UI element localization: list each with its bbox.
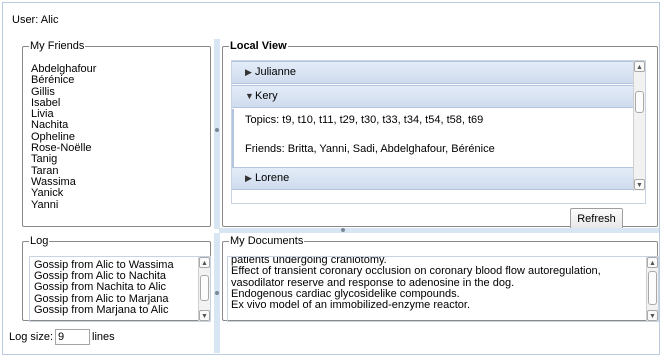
log-line: Gossip from Nachita to Alic [34, 281, 167, 294]
friend-item[interactable]: Tanig [31, 154, 96, 166]
stack-header-julianne[interactable]: ▶ Julianne [232, 61, 645, 84]
local-view-scrollbar[interactable]: ▲ ▼ [633, 61, 645, 191]
documents-textarea[interactable]: patients undergoing craniotomy. Effect o… [227, 256, 659, 322]
scroll-thumb[interactable] [635, 91, 644, 113]
stack-header-label: Julianne [255, 66, 296, 78]
refresh-button[interactable]: Refresh [570, 208, 623, 230]
documents-panel: My Documents patients undergoing craniot… [222, 235, 659, 322]
kery-friends: Friends: Britta, Yanni, Sadi, Abdelghafo… [245, 143, 495, 155]
documents-scrollbar[interactable]: ▲ ▼ [646, 257, 658, 321]
scroll-up-icon[interactable]: ▲ [634, 61, 645, 72]
log-legend: Log [30, 235, 49, 247]
document-lines: patients undergoing craniotomy. Effect o… [231, 257, 643, 312]
documents-legend: My Documents [230, 235, 304, 247]
document-line: Effect of transient coronary occlusion o… [231, 265, 601, 289]
log-line: Gossip from Marjana to Alic [34, 303, 169, 316]
local-view-stack: ▶ Julianne ▼Kery Topics: t9, t10, t11, t2… [231, 60, 646, 204]
stack-header-lorene[interactable]: ▶ Lorene [232, 167, 645, 190]
vertical-splitter-bottom[interactable] [214, 233, 220, 353]
kery-details: Topics: t9, t10, t11, t29, t30, t33, t34… [232, 109, 645, 167]
scroll-up-icon[interactable]: ▲ [199, 257, 210, 268]
document-line: Ex vivo model of an immobilized-enzyme r… [231, 299, 471, 312]
friend-item[interactable]: Yanick [31, 187, 96, 199]
log-panel: Log Gossip from Alic to Wassima Gossip f… [22, 235, 211, 322]
scroll-thumb[interactable] [648, 271, 657, 305]
stack-header-kery[interactable]: ▼Kery [232, 85, 645, 108]
stack-header-label: Kery [255, 90, 278, 102]
log-size-label: Log size: [9, 330, 54, 343]
scroll-up-icon[interactable]: ▲ [647, 257, 658, 268]
app-frame: User: Alic My Friends Abdelghafour Bérén… [2, 2, 660, 355]
log-lines: Gossip from Alic to Wassima Gossip from … [34, 259, 174, 316]
log-size-input[interactable] [55, 329, 91, 345]
splitter-grip-icon [215, 291, 219, 295]
local-view-legend: Local View [230, 40, 287, 52]
scroll-down-icon[interactable]: ▼ [634, 179, 645, 190]
local-view-panel: Local View ▶ Julianne ▼Kery Topics: t9, t… [222, 40, 658, 230]
log-textarea[interactable]: Gossip from Alic to Wassima Gossip from … [29, 256, 211, 322]
triangle-right-icon: ▶ [245, 173, 252, 183]
log-size-control: Log size: lines [9, 329, 115, 345]
kery-topics: Topics: t9, t10, t11, t29, t30, t33, t34… [245, 114, 484, 126]
splitter-grip-icon [215, 128, 219, 132]
splitter-grip-icon [341, 228, 345, 232]
friend-item[interactable]: Bérénice [31, 74, 96, 86]
scroll-down-icon[interactable]: ▼ [199, 310, 210, 321]
scroll-thumb[interactable] [200, 275, 209, 301]
friend-item[interactable]: Yanni [31, 199, 96, 211]
vertical-splitter-top[interactable] [214, 39, 220, 229]
scroll-down-icon[interactable]: ▼ [647, 310, 658, 321]
log-scrollbar[interactable]: ▲ ▼ [198, 257, 210, 321]
log-size-unit: lines [92, 330, 115, 343]
triangle-down-icon: ▼ [245, 91, 254, 101]
triangle-right-icon: ▶ [245, 67, 252, 77]
friends-panel: My Friends Abdelghafour Bérénice Gillis … [22, 41, 211, 227]
user-label: User: Alic [12, 14, 59, 26]
friends-list: Abdelghafour Bérénice Gillis Isabel Livi… [31, 63, 96, 211]
horizontal-splitter[interactable] [219, 228, 659, 233]
stack-header-label: Lorene [255, 172, 290, 184]
friends-legend: My Friends [30, 40, 85, 52]
